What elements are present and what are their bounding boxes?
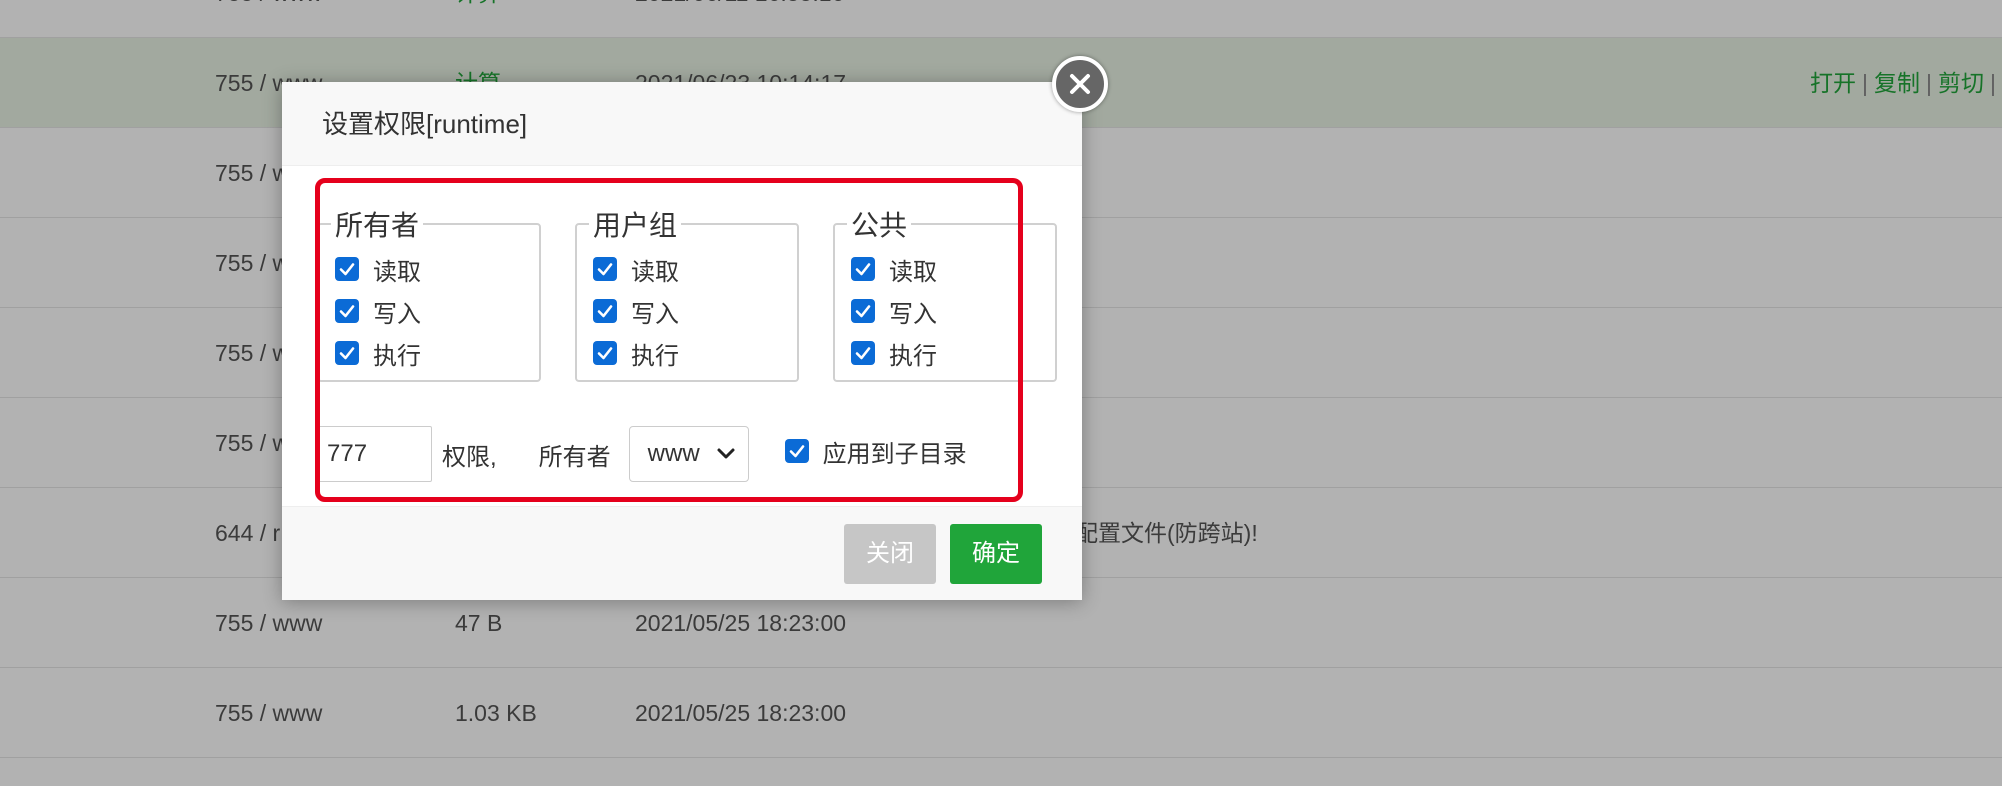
owner-read-option[interactable]: 读取 <box>319 248 539 290</box>
dialog-title: 设置权限[runtime] <box>282 82 1082 166</box>
option-label: 写入 <box>373 300 421 328</box>
owner-label: 所有者 <box>538 443 611 471</box>
option-label: 读取 <box>373 258 421 286</box>
permission-settings-row: 权限, 所有者 www 应用到子目录 <box>318 426 967 482</box>
public-execute-option[interactable]: 执行 <box>835 332 1055 374</box>
owner-execute-option[interactable]: 执行 <box>319 332 539 374</box>
group-legend: 所有者 <box>335 210 420 241</box>
owner-select[interactable]: www <box>628 426 749 482</box>
dialog-footer: 关闭 确定 <box>282 506 1082 600</box>
option-label: 读取 <box>889 258 937 286</box>
permission-dialog: 设置权限[runtime] 所有者 读取 写入 执行 用户组 读取 写入 执行 … <box>282 56 1108 600</box>
group-legend: 用户组 <box>593 210 678 241</box>
close-button[interactable]: 关闭 <box>844 524 936 584</box>
checkbox-checked-icon[interactable] <box>851 341 875 365</box>
public-write-option[interactable]: 写入 <box>835 290 1055 332</box>
confirm-button[interactable]: 确定 <box>950 524 1042 584</box>
chevron-down-icon <box>717 448 735 459</box>
checkbox-checked-icon[interactable] <box>335 299 359 323</box>
checkbox-checked-icon[interactable] <box>851 299 875 323</box>
checkbox-checked-icon[interactable] <box>335 257 359 281</box>
checkbox-checked-icon[interactable] <box>335 341 359 365</box>
option-label: 执行 <box>631 342 679 370</box>
option-label: 读取 <box>631 258 679 286</box>
option-label: 执行 <box>889 342 937 370</box>
owner-select-value: www <box>647 440 700 467</box>
dialog-body: 所有者 读取 写入 执行 用户组 读取 写入 执行 公共 读取 写入 执行 77… <box>282 166 1082 506</box>
public-permission-group: 公共 读取 写入 执行 <box>833 204 1057 382</box>
checkbox-checked-icon[interactable] <box>593 299 617 323</box>
permission-label: 权限, <box>442 443 497 471</box>
owner-permission-group: 所有者 读取 写入 执行 <box>317 204 541 382</box>
permission-value-input[interactable] <box>318 426 432 482</box>
group-write-option[interactable]: 写入 <box>577 290 797 332</box>
group-read-option[interactable]: 读取 <box>577 248 797 290</box>
group-execute-option[interactable]: 执行 <box>577 332 797 374</box>
owner-write-option[interactable]: 写入 <box>319 290 539 332</box>
option-label: 写入 <box>631 300 679 328</box>
checkbox-checked-icon[interactable] <box>851 257 875 281</box>
close-icon[interactable] <box>1052 56 1108 112</box>
option-label: 写入 <box>889 300 937 328</box>
option-label: 执行 <box>373 342 421 370</box>
checkbox-checked-icon[interactable] <box>784 439 809 463</box>
group-legend: 公共 <box>851 210 908 241</box>
usergroup-permission-group: 用户组 读取 写入 执行 <box>575 204 799 382</box>
apply-to-subdirectories-option[interactable]: 应用到子目录 <box>784 434 967 469</box>
checkbox-checked-icon[interactable] <box>593 341 617 365</box>
apply-subdir-label: 应用到子目录 <box>822 440 967 468</box>
checkbox-checked-icon[interactable] <box>593 257 617 281</box>
public-read-option[interactable]: 读取 <box>835 248 1055 290</box>
